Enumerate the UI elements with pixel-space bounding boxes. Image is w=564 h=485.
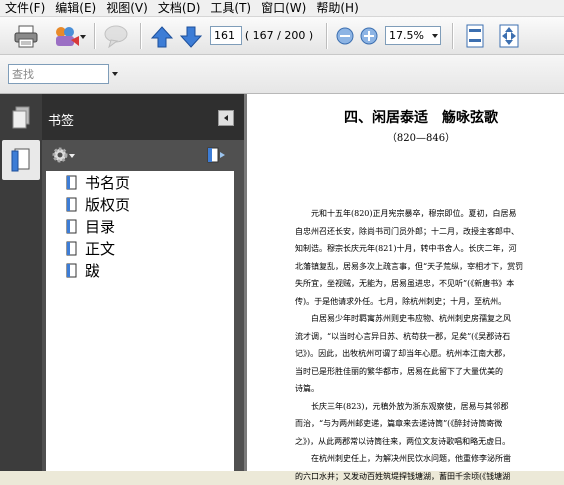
chevron-left-icon bbox=[224, 115, 228, 121]
page-number-input[interactable]: 161 bbox=[210, 26, 242, 45]
chevron-down-icon bbox=[80, 35, 86, 39]
options-menu-button[interactable] bbox=[46, 145, 74, 165]
arrow-down-icon bbox=[180, 26, 202, 48]
previous-page-button[interactable] bbox=[150, 25, 174, 49]
menu-file[interactable]: 文件(F) bbox=[0, 0, 50, 16]
menu-document[interactable]: 文档(D) bbox=[153, 0, 206, 16]
bookmark-page-icon bbox=[66, 197, 77, 212]
page-count-label: ( 167 / 200 ) bbox=[246, 26, 312, 45]
minus-circle-icon bbox=[336, 27, 354, 45]
bookmark-label: 书名页 bbox=[85, 172, 130, 193]
bookmark-page-icon bbox=[66, 175, 77, 190]
main-toolbar: 161 ( 167 / 200 ) 17.5% bbox=[0, 17, 564, 55]
bookmark-page-icon bbox=[66, 219, 77, 234]
pages-panel-button[interactable] bbox=[4, 104, 38, 132]
bookmark-label: 版权页 bbox=[85, 194, 130, 215]
page-body-text: 元和十五年(820)正月宪宗暴卒，穆宗即位。夏初，白居易 自忠州召还长安，除尚书… bbox=[295, 205, 547, 485]
menu-edit[interactable]: 编辑(E) bbox=[50, 0, 101, 16]
menu-window[interactable]: 窗口(W) bbox=[256, 0, 311, 16]
zoom-value: 17.5% bbox=[389, 29, 424, 42]
text-line: 诗篇。 bbox=[295, 380, 547, 398]
text-line: 北藩镇复乱，居易多次上疏言事，但“天子荒纵，宰相才下，赏罚 bbox=[295, 258, 547, 276]
comment-button[interactable] bbox=[102, 23, 130, 49]
text-line: 当时已是形胜佳丽的繁华都市，居易在此留下了大量优美的 bbox=[295, 363, 547, 381]
zoom-in-button[interactable] bbox=[358, 25, 380, 47]
collaborate-icon bbox=[53, 24, 81, 48]
bookmarks-list: 书名页 版权页 目录 正文 跋 bbox=[46, 171, 234, 471]
fit-page-button[interactable] bbox=[462, 23, 488, 49]
chevron-down-icon[interactable] bbox=[112, 72, 118, 76]
page-heading: 四、闲居泰适 觞咏弦歌 bbox=[286, 107, 556, 127]
text-line: 自忠州召还长安，除尚书司门员外郎；十二月，改授主客郎中、 bbox=[295, 223, 547, 241]
find-toolbar: 查找 bbox=[0, 55, 564, 94]
full-screen-button[interactable] bbox=[496, 23, 522, 49]
text-line: 白居易少年时羁寓苏州则史韦应物、杭州刺史房孺复之风 bbox=[295, 310, 547, 328]
bookmark-page-icon bbox=[66, 263, 77, 278]
text-line: 传)。于是他请求外任。七月，除杭州刺史；十月，至杭州。 bbox=[295, 293, 547, 311]
page-subheading: （820—846） bbox=[286, 129, 556, 144]
menu-bar: 文件(F) 编辑(E) 视图(V) 文档(D) 工具(T) 窗口(W) 帮助(H… bbox=[0, 0, 564, 17]
text-line: 在杭州刺史任上，为解决州民饮水问题，他重修李泌所凿 bbox=[295, 450, 547, 468]
bookmarks-panel-button[interactable] bbox=[2, 140, 40, 180]
zoom-out-button[interactable] bbox=[334, 25, 356, 47]
bookmark-icon bbox=[10, 147, 32, 173]
menu-help[interactable]: 帮助(H) bbox=[311, 0, 363, 16]
zoom-select[interactable]: 17.5% bbox=[385, 26, 441, 45]
text-line: 记》)。因此，出牧杭州可谓了却当年心愿。杭州本江南大郡， bbox=[295, 345, 547, 363]
expand-bookmark-button[interactable] bbox=[204, 145, 228, 165]
gear-icon bbox=[51, 146, 69, 164]
text-line: 长庆三年(823)，元稹外放为浙东观察使，居易与其邻郡 bbox=[295, 398, 547, 416]
printer-icon bbox=[13, 24, 39, 48]
pages-icon bbox=[11, 106, 31, 130]
bookmark-item[interactable]: 版权页 bbox=[66, 193, 130, 215]
panel-title: 书签 bbox=[48, 110, 74, 129]
bookmark-label: 正文 bbox=[85, 238, 115, 259]
bookmark-item[interactable]: 正文 bbox=[66, 237, 115, 259]
next-page-button[interactable] bbox=[179, 25, 203, 49]
comment-bubble-icon bbox=[103, 24, 129, 48]
bookmarks-panel-header: 书签 bbox=[42, 94, 244, 140]
print-button[interactable] bbox=[12, 23, 40, 49]
bookmark-label: 目录 bbox=[85, 216, 115, 237]
bookmark-arrow-icon bbox=[206, 146, 226, 164]
bookmark-page-icon bbox=[66, 241, 77, 256]
text-line: 而治，“与为两州邮吏递，篇章来去递诗筒”(《醉封诗筒寄微 bbox=[295, 415, 547, 433]
expand-icon bbox=[498, 24, 520, 48]
menu-view[interactable]: 视图(V) bbox=[101, 0, 153, 16]
menu-tools[interactable]: 工具(T) bbox=[205, 0, 256, 16]
text-line: 元和十五年(820)正月宪宗暴卒，穆宗即位。夏初，白居易 bbox=[295, 205, 547, 223]
text-line: 的六口水井；又发动百姓筑堤捍钱塘湖，蓄田千余顷(《钱塘湖 bbox=[295, 468, 547, 485]
bookmark-item[interactable]: 书名页 bbox=[66, 171, 130, 193]
fit-page-icon bbox=[465, 24, 485, 48]
text-line: 之》)，从此两郡常以诗筒往来，两位文友诗歌唱和略无虚日。 bbox=[295, 433, 547, 451]
bookmark-item[interactable]: 目录 bbox=[66, 215, 115, 237]
plus-circle-icon bbox=[360, 27, 378, 45]
bookmark-item[interactable]: 跋 bbox=[66, 259, 100, 281]
text-line: 失所宜，坐视贼，无能为，居易虽进忠，不见听”(《新唐书》本 bbox=[295, 275, 547, 293]
text-line: 知制诰。穆宗长庆元年(821)十月，转中书舍人。长庆二年，河 bbox=[295, 240, 547, 258]
chevron-down-icon bbox=[69, 154, 75, 158]
collapse-panel-button[interactable] bbox=[218, 110, 234, 126]
chevron-down-icon bbox=[432, 34, 438, 38]
share-button[interactable] bbox=[48, 23, 86, 49]
arrow-up-icon bbox=[151, 26, 173, 48]
text-line: 流才调，“以当时心言异日苏、杭苟获一郡，足矣”(《吴郡诗石 bbox=[295, 328, 547, 346]
panel-scrollbar[interactable] bbox=[234, 171, 244, 471]
bookmarks-panel-toolbar bbox=[42, 140, 244, 171]
bookmark-label: 跋 bbox=[85, 260, 100, 281]
navigation-strip bbox=[0, 94, 42, 471]
find-input[interactable]: 查找 bbox=[8, 64, 109, 84]
